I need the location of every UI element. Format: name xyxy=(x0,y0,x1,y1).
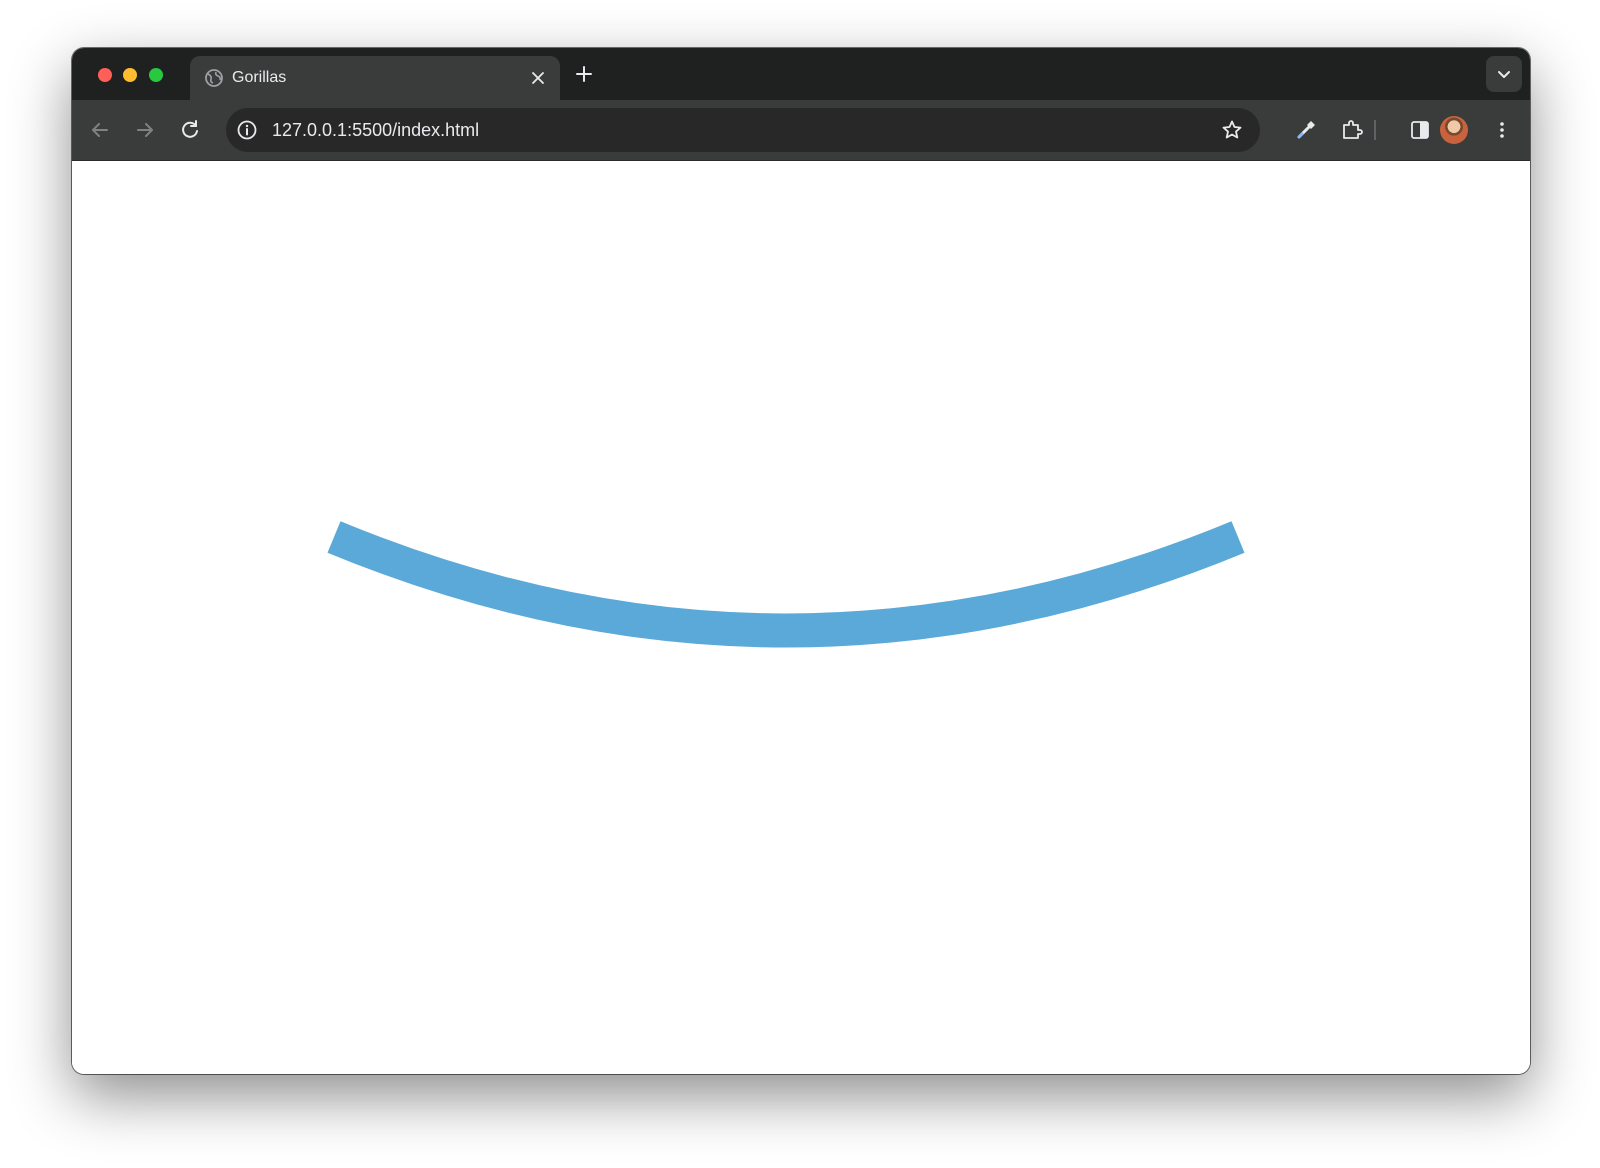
blue-arc xyxy=(327,521,1245,648)
address-bar[interactable]: 127.0.0.1:5500/index.html xyxy=(226,108,1260,152)
globe-icon xyxy=(205,69,223,87)
side-panel-icon[interactable] xyxy=(1406,116,1434,144)
close-window-button[interactable] xyxy=(98,68,112,82)
arrow-left-icon[interactable] xyxy=(86,116,114,144)
avatar[interactable] xyxy=(1440,116,1468,144)
chevron-down-icon xyxy=(1498,71,1510,78)
reload-icon[interactable] xyxy=(176,116,204,144)
url-text[interactable]: 127.0.0.1:5500/index.html xyxy=(272,120,479,140)
info-icon[interactable] xyxy=(236,119,258,141)
browser-toolbar: 127.0.0.1:5500/index.html xyxy=(72,100,1530,161)
maximize-window-button[interactable] xyxy=(149,68,163,82)
toolbar-separator xyxy=(1374,120,1376,140)
more-vert-icon[interactable] xyxy=(1488,116,1516,144)
tab-title: Gorillas xyxy=(232,69,287,86)
puzzle-icon[interactable] xyxy=(1338,116,1366,144)
arrow-right-icon[interactable] xyxy=(131,116,159,144)
tab-strip: Gorillas xyxy=(72,48,1530,100)
close-icon[interactable] xyxy=(528,68,548,88)
eyedropper-icon[interactable] xyxy=(1292,116,1320,144)
star-icon[interactable] xyxy=(1220,118,1244,142)
plus-icon[interactable] xyxy=(572,62,596,86)
tab-gorillas[interactable]: Gorillas xyxy=(190,56,560,100)
minimize-window-button[interactable] xyxy=(123,68,137,82)
game-canvas xyxy=(327,521,1245,648)
browser-window: Gorillas 127.0.0.1:5500/index.html xyxy=(72,48,1530,1074)
page-content xyxy=(72,161,1530,1074)
tab-search-button[interactable] xyxy=(1486,56,1522,92)
